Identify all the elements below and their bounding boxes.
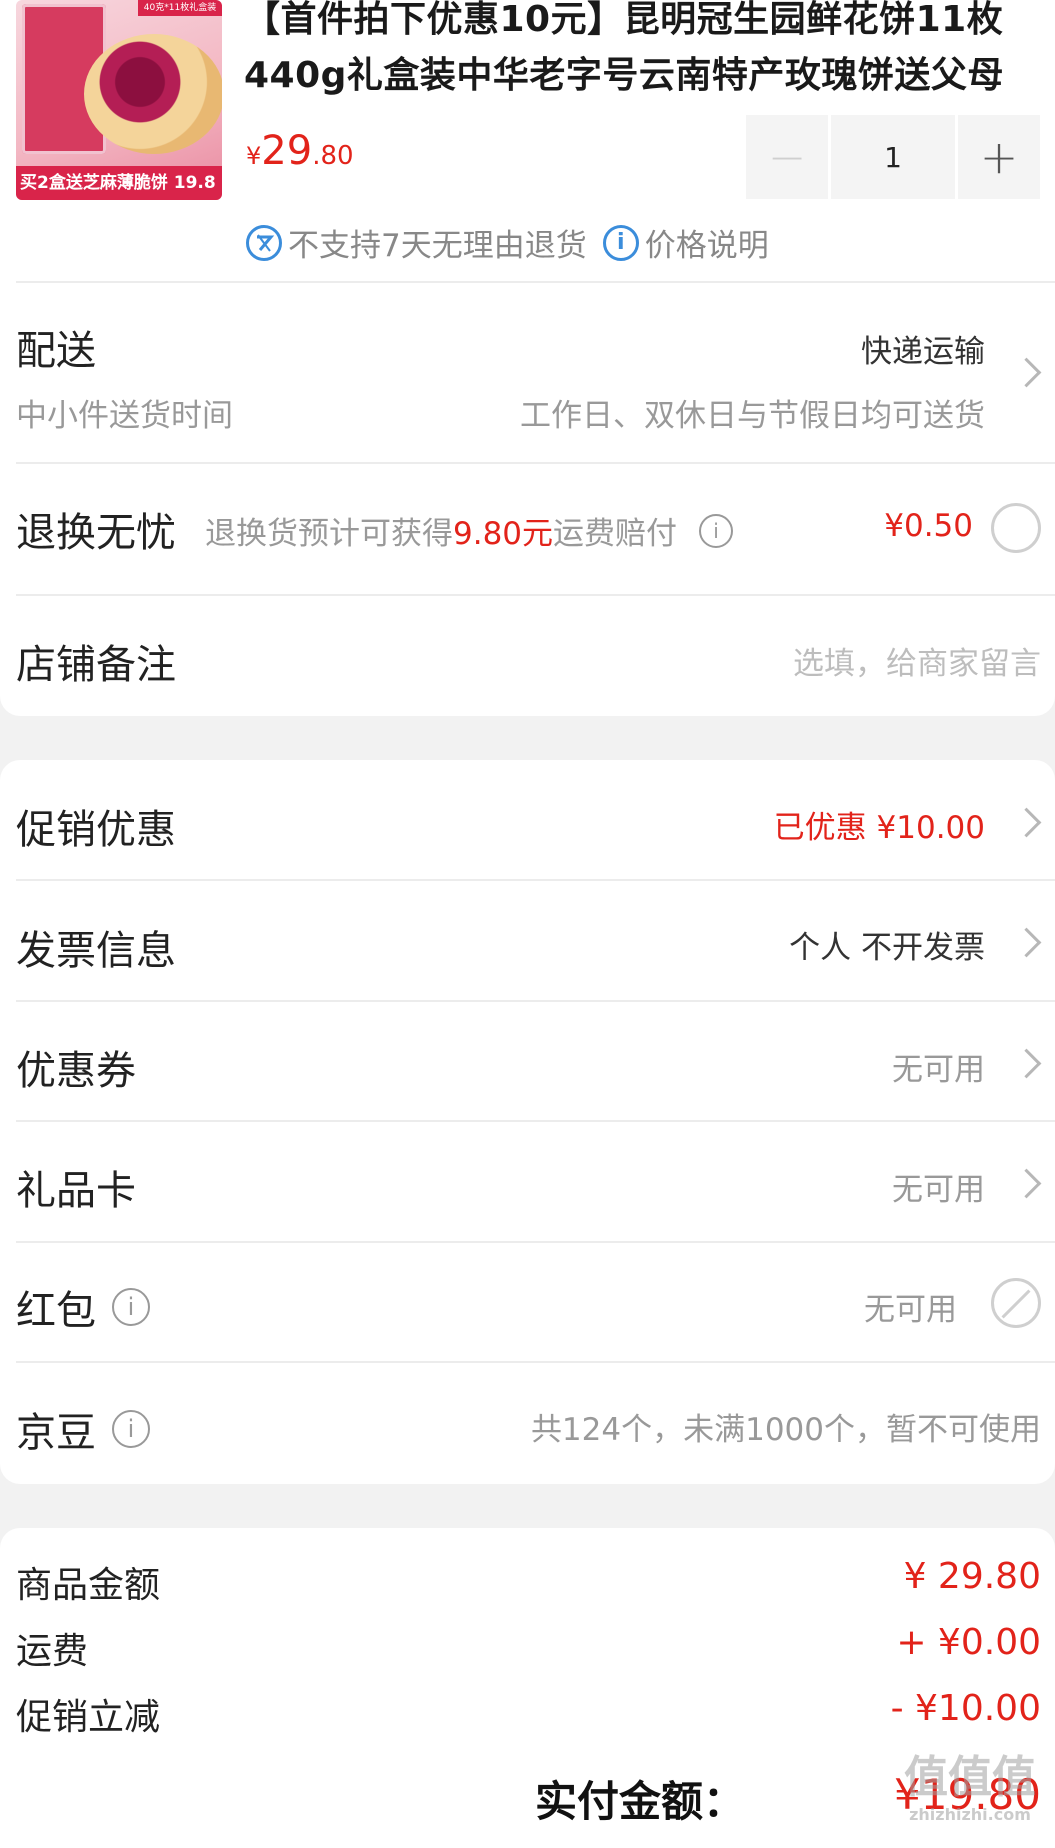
price-explain-link[interactable]: 价格说明 [645,220,769,265]
divider [16,281,1055,283]
redpacket-label: 红包 [16,1288,96,1334]
delivery-method: 快递运输 [861,334,985,370]
delivery-label: 配送 [16,328,96,374]
return-desc-amount: 9.80元 [453,516,554,552]
return-insurance-label: 退换无忧 [16,510,176,556]
chevron-right-icon [1011,357,1042,388]
return-insurance-desc: 退换货预计可获得 9.80元 运费赔付 i [205,508,734,553]
discount-label: 促销立减 [16,1697,161,1738]
shop-note-label: 店铺备注 [16,642,176,688]
price-decimal: .80 [312,141,354,171]
jingdou-label-wrap: 京豆 i [16,1400,150,1458]
order-options-card [0,760,1055,1484]
order-item-card: 40克*11枚礼盒装 买2盒送芝麻薄脆饼 19.8 【首件拍下优惠10元】昆明冠… [0,0,1055,716]
no-return-icon [246,224,282,261]
radio-icon[interactable] [991,503,1041,553]
increase-button[interactable]: + [958,115,1040,199]
jingdou-value: 共124个，未满1000个，暂不可使用 [530,1412,1041,1448]
product-title[interactable]: 【首件拍下优惠10元】昆明冠生园鲜花饼11枚440g礼盒装中华老字号云南特产玫瑰… [244,0,1034,104]
watermark-logo: 值值值 zhizhizhi.com [895,1750,1045,1830]
product-notices: 不支持7天无理由退货 i 价格说明 [246,220,769,265]
total-label: 实付金额： [534,1777,745,1826]
goods-amount-label: 商品金额 [16,1565,161,1606]
promotion-label: 促销优惠 [16,807,176,853]
info-icon[interactable]: i [112,1410,150,1448]
divider [16,1361,1055,1363]
return-desc-post: 运费赔付 [553,516,678,552]
delivery-sub-value: 工作日、双休日与节假日均可送货 [520,398,985,434]
info-icon[interactable]: i [699,513,734,548]
disabled-icon [991,1278,1041,1328]
return-policy-text: 不支持7天无理由退货 [288,228,587,264]
product-image-ribbon: 买2盒送芝麻薄脆饼 19.8 [16,166,222,200]
divider [16,594,1055,596]
shop-note-input[interactable]: 选填，给商家留言 [793,638,1041,683]
divider [16,1120,1055,1122]
divider [16,462,1055,464]
watermark-line2: zhizhizhi.com [909,1805,1031,1824]
coupon-label: 优惠券 [16,1048,136,1094]
invoice-value: 个人 不开发票 [789,930,985,966]
return-insurance-price: ¥0.50 [884,508,973,544]
divider [16,879,1055,881]
delivery-sub-label: 中小件送货时间 [16,398,233,434]
price-currency: ¥ [246,142,262,170]
discount-value: - ¥10.00 [890,1688,1041,1729]
shipping-label: 运费 [16,1631,89,1672]
product-image[interactable]: 40克*11枚礼盒装 买2盒送芝麻薄脆饼 19.8 [16,0,222,200]
quantity-stepper: − 1 + [746,115,1040,199]
giftcard-label: 礼品卡 [16,1168,136,1214]
divider [16,1241,1055,1243]
giftcard-value: 无可用 [892,1172,985,1208]
redpacket-label-wrap: 红包 i [16,1278,150,1336]
shipping-value: + ¥0.00 [896,1622,1041,1663]
goods-amount-value: ¥ 29.80 [903,1556,1041,1597]
product-price: ¥29.80 [246,128,354,174]
price-integer: 29 [261,128,313,174]
product-image-corner-text: 40克*11枚礼盒装 [138,0,222,16]
divider [16,1000,1055,1002]
watermark-line1: 值值值 [904,1752,1036,1803]
product-image-ribbon-text: 买2盒送芝麻薄脆饼 [20,173,168,193]
return-desc-pre: 退换货预计可获得 [205,516,453,552]
info-icon[interactable]: i [602,224,639,261]
jingdou-label: 京豆 [16,1410,96,1456]
redpacket-value: 无可用 [864,1292,957,1328]
decrease-button[interactable]: − [746,115,828,199]
product-image-ribbon-price: 19.8 [173,173,216,193]
coupon-value: 无可用 [892,1052,985,1088]
quantity-value[interactable]: 1 [831,115,955,199]
info-icon[interactable]: i [112,1288,150,1326]
promotion-value: 已优惠 ¥10.00 [773,810,985,846]
invoice-label: 发票信息 [16,928,176,974]
product-cake-graphic [84,34,222,154]
